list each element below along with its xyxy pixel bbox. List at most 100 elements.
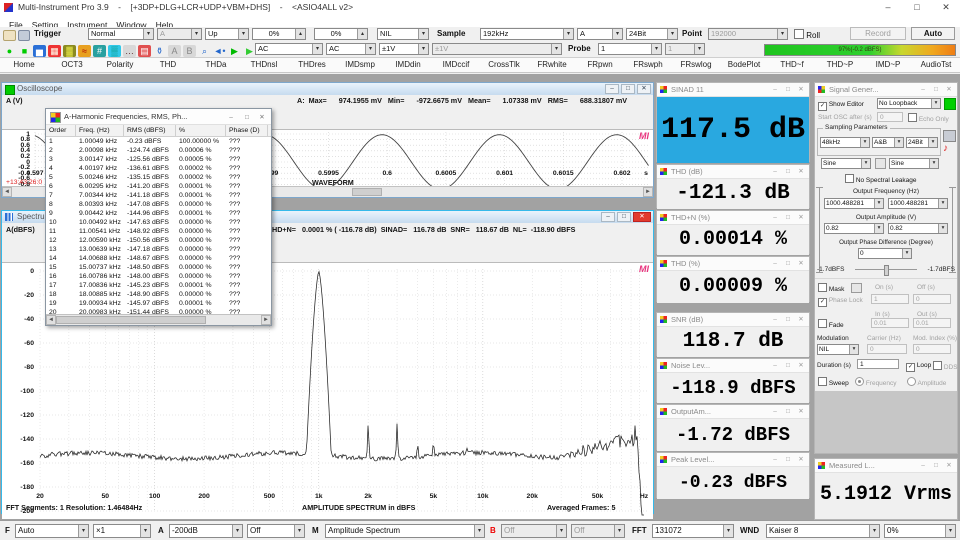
close-icon[interactable]: ✕ (795, 83, 807, 96)
close-icon[interactable]: ✕ (795, 405, 807, 418)
freq-axis-mult-select[interactable]: ×1▾ (93, 524, 151, 538)
auto-button[interactable]: Auto (911, 27, 955, 40)
maximize-icon[interactable]: □ (241, 110, 253, 125)
tab-frwhite[interactable]: FRwhite (528, 58, 576, 72)
tab-imddin[interactable]: IMDdin (384, 58, 432, 72)
tab-frpwn[interactable]: FRpwn (576, 58, 624, 72)
gen-sample-rate-select[interactable]: 48kHz▾ (820, 137, 870, 148)
minimize-icon[interactable]: – (769, 257, 781, 270)
modulation-select[interactable]: NIL▾ (817, 344, 859, 355)
table-row[interactable]: 44.00197 kHz-136.61 dBFS0.00002 %??? (46, 164, 271, 173)
minimize-icon[interactable]: – (769, 405, 781, 418)
amplitude-a-select[interactable]: 0.82▾ (824, 223, 884, 234)
maximize-icon[interactable]: □ (621, 84, 635, 94)
tab-thd~f[interactable]: THD~f (768, 58, 816, 72)
meter-titlebar[interactable]: THD (dB)–□✕ (657, 165, 809, 179)
waveform-b-select[interactable]: Sine▾ (889, 158, 939, 169)
lcr-meter-icon[interactable]: … (123, 45, 136, 57)
maximize-icon[interactable]: □ (782, 83, 794, 96)
maximize-icon[interactable]: □ (782, 257, 794, 270)
tab-thdres[interactable]: THDres (288, 58, 336, 72)
overlap-select[interactable]: 0%▾ (884, 524, 956, 538)
table-row[interactable]: 99.00442 kHz-144.96 dBFS0.00001 %??? (46, 209, 271, 218)
echo-only-checkbox[interactable]: Echo Only (908, 113, 949, 124)
maximize-icon[interactable]: □ (930, 83, 942, 96)
mask-checkbox[interactable]: Mask (818, 283, 844, 294)
spectrum-analyzer-icon[interactable]: ▅ (33, 45, 46, 57)
point-count-select[interactable]: 192000▾ (708, 28, 788, 40)
measured-level-titlebar[interactable]: Measured L... – □ ✕ (815, 459, 957, 473)
frequency-b-select[interactable]: 1000.488281▾ (888, 198, 948, 209)
meter-titlebar[interactable]: Noise Lev...–□✕ (657, 359, 809, 373)
coupling-a-select[interactable]: AC▾ (255, 43, 323, 55)
amplitude-slider-a[interactable] (816, 187, 823, 273)
b-range-select[interactable]: Off▾ (501, 524, 567, 538)
sweep-frequency-radio[interactable]: Frequency (855, 377, 897, 388)
maximize-icon[interactable]: □ (782, 211, 794, 224)
fft-size-select[interactable]: 131072▾ (652, 524, 734, 538)
probe-a-select[interactable]: 1▾ (598, 43, 662, 55)
a-range-select[interactable]: -200dB▾ (169, 524, 243, 538)
minimize-icon[interactable]: – (769, 453, 781, 466)
no-spectral-leakage-checkbox[interactable]: No Spectral Leakage (845, 174, 917, 185)
tab-frswlog[interactable]: FRswlog (672, 58, 720, 72)
close-icon[interactable]: ✕ (795, 453, 807, 466)
minimize-icon[interactable]: – (769, 313, 781, 326)
table-row[interactable]: 33.00147 kHz-125.56 dBFS0.00005 %??? (46, 155, 271, 164)
minimize-icon[interactable]: – (769, 83, 781, 96)
ddp-viewer-icon[interactable]: # (93, 45, 106, 57)
minimize-icon[interactable]: – (769, 211, 781, 224)
meter-titlebar[interactable]: THD (%)–□✕ (657, 257, 809, 271)
show-editor-checkbox[interactable]: ✓ Show Editor (818, 100, 864, 111)
maximize-icon[interactable]: □ (782, 313, 794, 326)
wave-link-button[interactable] (875, 158, 886, 169)
close-icon[interactable]: ✕ (637, 84, 651, 94)
tab-imdccif[interactable]: IMDccif (432, 58, 480, 72)
trigger-level-spin[interactable]: 0%▴▾ (252, 28, 306, 40)
scroll-right-icon[interactable]: ► (261, 315, 271, 325)
spectrogram-icon[interactable]: ▒ (108, 45, 121, 57)
close-icon[interactable]: ✕ (795, 257, 807, 270)
sweep-checkbox[interactable]: Sweep (818, 377, 849, 388)
trigger-edge-select[interactable]: Up▾ (205, 28, 249, 40)
table-row[interactable]: 11.00049 kHz-0.23 dBFS100.00000 %??? (46, 137, 271, 146)
close-icon[interactable]: ✕ (795, 165, 807, 178)
tab-thdnsl[interactable]: THDnsl (240, 58, 288, 72)
signal-generator-titlebar[interactable]: Signal Gener... – □ ✕ (815, 83, 957, 97)
fade-checkbox[interactable]: Fade (818, 319, 844, 330)
probe-b-icon[interactable]: B (183, 45, 196, 57)
save-file-icon[interactable] (18, 30, 30, 41)
range-a-select[interactable]: ±1V▾ (379, 43, 429, 55)
meter-titlebar[interactable]: SINAD 11–□✕ (657, 83, 809, 97)
coupling-b-select[interactable]: AC▾ (326, 43, 376, 55)
mod-index-field[interactable]: 0 (913, 344, 951, 354)
tab-home[interactable]: Home (0, 58, 48, 72)
sample-channel-select[interactable]: A▾ (577, 28, 623, 40)
settings-icon[interactable]: ⌕ (198, 45, 211, 57)
table-row[interactable]: 1010.00492 kHz-147.63 dBFS0.00000 %??? (46, 218, 271, 227)
waveform-a-select[interactable]: Sine▾ (821, 158, 871, 169)
meter-titlebar[interactable]: SNR (dB)–□✕ (657, 313, 809, 327)
maximize-icon[interactable]: □ (782, 453, 794, 466)
meter-titlebar[interactable]: THD+N (%)–□✕ (657, 211, 809, 225)
table-row[interactable]: 1818.00885 kHz-148.90 dBFS0.00000 %??? (46, 290, 271, 299)
spectrum-3d-icon[interactable]: ▓ (63, 45, 76, 57)
gen-channels-select[interactable]: A&B▾ (872, 137, 904, 148)
trigger-delay-spin[interactable]: 0%▴▾ (314, 28, 368, 40)
table-row[interactable]: 1414.00688 kHz-148.67 dBFS0.00000 %??? (46, 254, 271, 263)
table-row[interactable]: 55.00246 kHz-135.15 dBFS0.00002 %??? (46, 173, 271, 182)
harmonics-hscrollbar[interactable]: ◄ ► (46, 314, 271, 325)
run-icon[interactable]: ● (3, 45, 16, 57)
maximize-icon[interactable]: □ (782, 405, 794, 418)
close-icon[interactable]: ✕ (795, 359, 807, 372)
dds-checkbox[interactable]: DDS (933, 361, 958, 372)
gen-bits-select[interactable]: 24Bit▾ (906, 137, 938, 148)
scroll-thumb[interactable] (56, 316, 206, 324)
probe-b-select[interactable]: 1▾ (665, 43, 705, 55)
tab-thd~p[interactable]: THD~P (816, 58, 864, 72)
table-row[interactable]: 88.00393 kHz-147.08 dBFS0.00000 %??? (46, 200, 271, 209)
close-icon[interactable]: ✕ (633, 212, 651, 222)
freq-axis-mode-select[interactable]: Auto▾ (15, 524, 89, 538)
table-row[interactable]: 1717.00836 kHz-145.23 dBFS0.00001 %??? (46, 281, 271, 290)
phase-lock-checkbox[interactable]: ✓ Phase Lock (818, 296, 863, 307)
